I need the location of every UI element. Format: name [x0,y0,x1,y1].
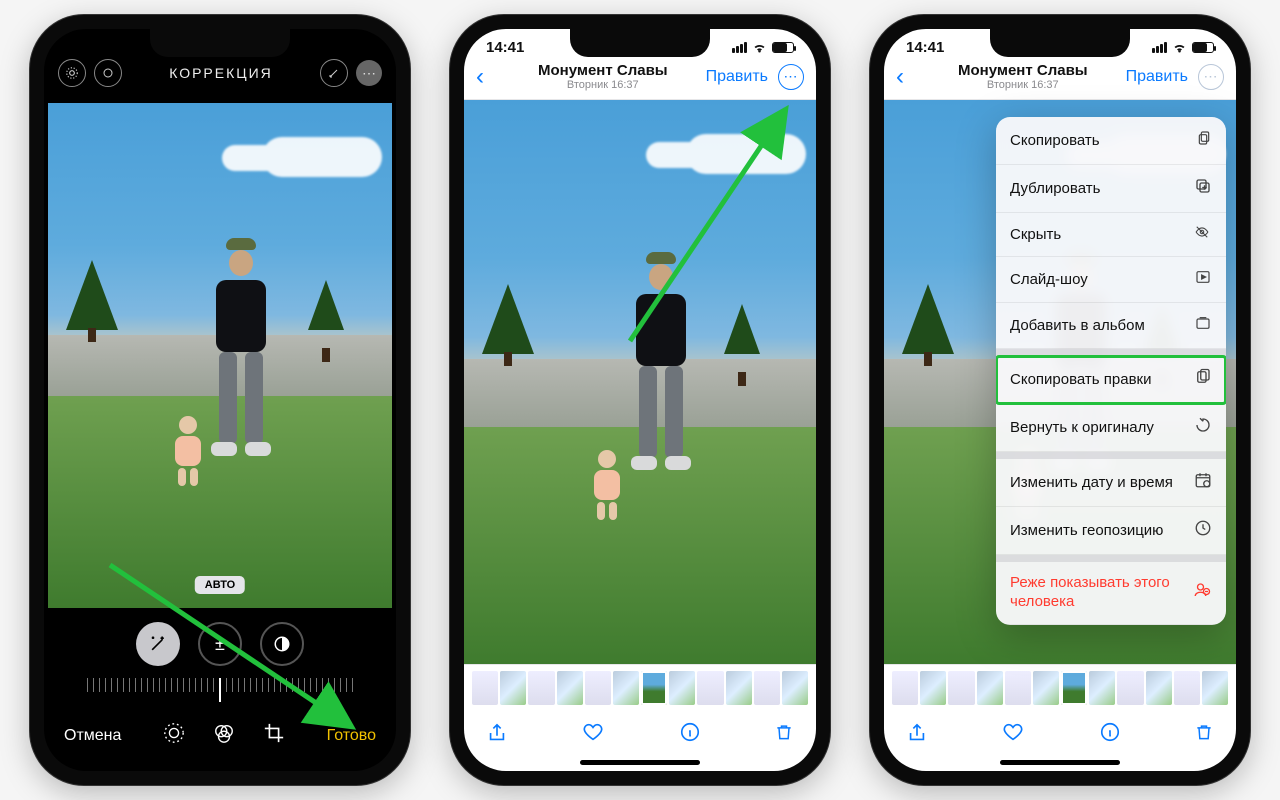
play-icon [1194,269,1212,290]
markup-button[interactable] [320,59,348,87]
menu-adjust-location[interactable]: Изменить геопозицию [996,507,1226,555]
copy-icon [1196,129,1212,152]
exposure-tool[interactable]: ± [198,622,242,666]
home-indicator[interactable] [580,760,700,765]
share-icon[interactable] [906,721,928,751]
motion-toggle[interactable] [94,59,122,87]
viewer-photo[interactable] [464,100,816,664]
home-indicator[interactable] [1000,760,1120,765]
adjustment-slider[interactable] [44,670,396,710]
live-photo-toggle[interactable] [58,59,86,87]
more-button[interactable]: ⋯ [356,60,382,86]
navbar: ‹ Монумент Славы Вторник 16:37 Править ⋯ [464,58,816,100]
nav-title: Монумент Славы [958,62,1088,79]
menu-copy[interactable]: Скопировать [996,117,1226,165]
revert-icon [1194,416,1212,439]
notch [990,29,1130,57]
hide-icon [1192,225,1212,244]
back-button[interactable]: ‹ [476,63,500,91]
auto-badge: АВТО [195,576,245,594]
cellular-icon [1152,42,1167,53]
favorite-icon[interactable] [1001,721,1025,751]
location-icon [1194,519,1212,542]
copy-edits-icon [1194,368,1212,391]
nav-subtitle: Вторник 16:37 [538,79,668,91]
back-button[interactable]: ‹ [896,63,920,91]
editor-photo[interactable]: АВТО [48,103,392,608]
menu-feature-less[interactable]: Реже показывать этого человека [996,562,1226,625]
navbar: ‹ Монумент Славы Вторник 16:37 Править ⋯ [884,58,1236,100]
phone-editor: КОРРЕКЦИЯ ⋯ АВТО ± [30,15,410,785]
album-icon [1194,315,1212,336]
menu-duplicate[interactable]: Дублировать [996,165,1226,213]
crop-mode-icon[interactable] [263,722,285,749]
edit-button[interactable]: Править [1126,68,1188,86]
status-time: 14:41 [906,39,944,56]
wifi-icon [752,40,767,55]
calendar-icon [1194,471,1212,494]
context-menu: Скопировать Дублировать Скрыть Слайд-шоу… [996,117,1226,625]
more-button[interactable]: ⋯ [778,64,804,90]
done-button[interactable]: Готово [327,727,376,745]
more-button[interactable]: ⋯ [1198,64,1224,90]
brilliance-tool[interactable] [260,622,304,666]
nav-title: Монумент Славы [538,62,668,79]
filters-mode-icon[interactable] [213,722,235,749]
editor-bottombar: Отмена Готово [44,710,396,771]
menu-hide[interactable]: Скрыть [996,213,1226,257]
menu-add-album[interactable]: Добавить в альбом [996,303,1226,349]
person-minus-icon [1192,581,1212,604]
info-icon[interactable] [1099,721,1121,751]
phone-viewer-menu: 14:41 ‹ Монумент Славы Вторник 16:37 Пра… [870,15,1250,785]
auto-enhance-tool[interactable] [136,622,180,666]
favorite-icon[interactable] [581,721,605,751]
duplicate-icon [1194,177,1212,200]
share-icon[interactable] [486,721,508,751]
cancel-button[interactable]: Отмена [64,727,121,745]
adjust-mode-icon[interactable] [163,722,185,749]
battery-icon [1192,42,1214,53]
menu-copy-edits[interactable]: Скопировать правки [996,356,1226,404]
nav-subtitle: Вторник 16:37 [958,79,1088,91]
info-icon[interactable] [679,721,701,751]
adjustment-tools: ± [44,614,396,670]
notch [150,29,290,57]
status-time: 14:41 [486,39,524,56]
editor-title: КОРРЕКЦИЯ [169,65,273,81]
edit-button[interactable]: Править [706,68,768,86]
menu-slideshow[interactable]: Слайд-шоу [996,257,1226,303]
thumbnail-strip[interactable] [884,664,1236,711]
trash-icon[interactable] [1194,721,1214,751]
phone-viewer: 14:41 ‹ Монумент Славы Вторник 16:37 Пра… [450,15,830,785]
thumbnail-strip[interactable] [464,664,816,711]
cellular-icon [732,42,747,53]
battery-icon [772,42,794,53]
trash-icon[interactable] [774,721,794,751]
menu-adjust-datetime[interactable]: Изменить дату и время [996,459,1226,507]
menu-revert[interactable]: Вернуть к оригиналу [996,404,1226,452]
notch [570,29,710,57]
wifi-icon [1172,40,1187,55]
